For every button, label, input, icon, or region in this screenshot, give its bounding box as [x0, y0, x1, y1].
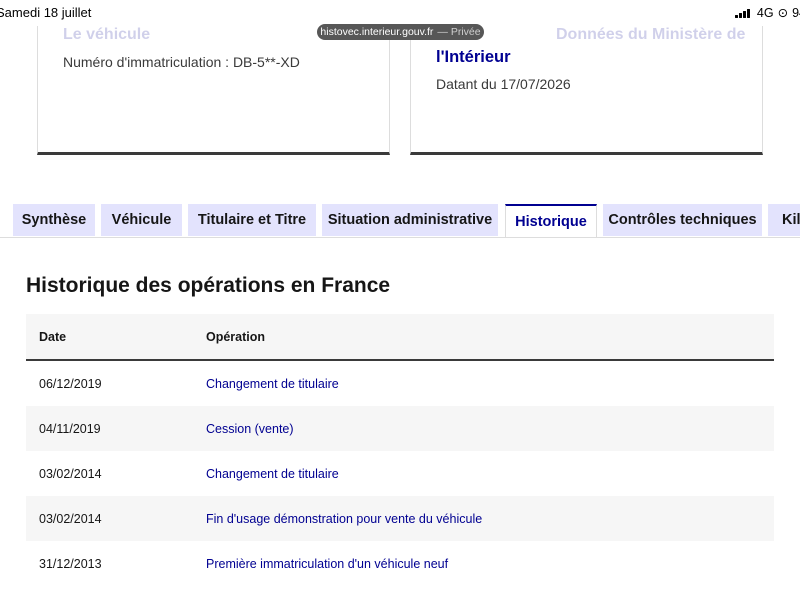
battery-level: 94	[792, 5, 800, 20]
tab-bar: Synthèse Véhicule Titulaire et Titre Sit…	[0, 204, 800, 238]
status-time: Samedi 18 juillet	[0, 5, 92, 20]
operation-link[interactable]: Changement de titulaire	[206, 377, 339, 391]
operation-link[interactable]: Cession (vente)	[206, 422, 294, 436]
table-row: 31/12/2013 Première immatriculation d'un…	[26, 541, 774, 586]
table-row: 06/12/2019 Changement de titulaire	[26, 361, 774, 406]
address-bar[interactable]: histovec.interieur.gouv.fr — Privée	[317, 24, 484, 40]
row-date: 04/11/2019	[39, 421, 101, 436]
row-date: 06/12/2019	[39, 376, 102, 391]
row-operation: Changement de titulaire	[193, 467, 774, 481]
status-indicators: 4G ⊙ 94	[735, 5, 800, 20]
ministry-card-title: l'Intérieur	[436, 48, 511, 66]
table-header: Date Opération	[26, 314, 774, 361]
signal-icon	[735, 8, 750, 18]
tab-titulaire-et-titre[interactable]: Titulaire et Titre	[188, 204, 316, 236]
address-url: histovec.interieur.gouv.fr	[320, 26, 434, 38]
row-operation: Cession (vente)	[193, 422, 774, 436]
data-date: Datant du 17/07/2026	[436, 76, 571, 92]
ministry-card-heading: Données du Ministère de	[556, 26, 746, 43]
rotation-lock-icon: ⊙	[777, 6, 789, 20]
tab-kilometrage[interactable]: Kilo	[768, 204, 800, 236]
row-operation: Fin d'usage démonstration pour vente du …	[193, 512, 774, 526]
row-date: 03/02/2014	[39, 466, 102, 481]
tab-historique[interactable]: Historique	[505, 204, 597, 237]
row-date: 31/12/2013	[39, 556, 102, 571]
status-bar: Samedi 18 juillet 4G ⊙ 94	[0, 0, 800, 26]
row-operation: Changement de titulaire	[193, 377, 774, 391]
table-row: 04/11/2019 Cession (vente)	[26, 406, 774, 451]
table-row: 03/02/2014 Changement de titulaire	[26, 451, 774, 496]
tab-situation-administrative[interactable]: Situation administrative	[322, 204, 498, 236]
operation-link[interactable]: Changement de titulaire	[206, 467, 339, 481]
tab-vehicule[interactable]: Véhicule	[101, 204, 182, 236]
registration-number: Numéro d'immatriculation : DB-5**-XD	[63, 54, 300, 70]
network-label: 4G	[756, 5, 774, 20]
operation-link[interactable]: Première immatriculation d'un véhicule n…	[206, 557, 448, 571]
column-header-operation: Opération	[206, 329, 266, 344]
tab-controles-techniques[interactable]: Contrôles techniques	[603, 204, 762, 236]
row-operation: Première immatriculation d'un véhicule n…	[193, 557, 774, 571]
row-date: 03/02/2014	[39, 511, 102, 526]
history-title: Historique des opérations en France	[26, 274, 391, 297]
vehicle-card-heading: Le véhicule	[63, 26, 151, 43]
history-table: Date Opération 06/12/2019 Changement de …	[26, 314, 774, 586]
operation-link[interactable]: Fin d'usage démonstration pour vente du …	[206, 512, 482, 526]
tab-synthese[interactable]: Synthèse	[13, 204, 95, 236]
private-mode-label: — Privée	[437, 26, 481, 38]
table-row: 03/02/2014 Fin d'usage démonstration pou…	[26, 496, 774, 541]
column-header-date: Date	[39, 329, 67, 344]
